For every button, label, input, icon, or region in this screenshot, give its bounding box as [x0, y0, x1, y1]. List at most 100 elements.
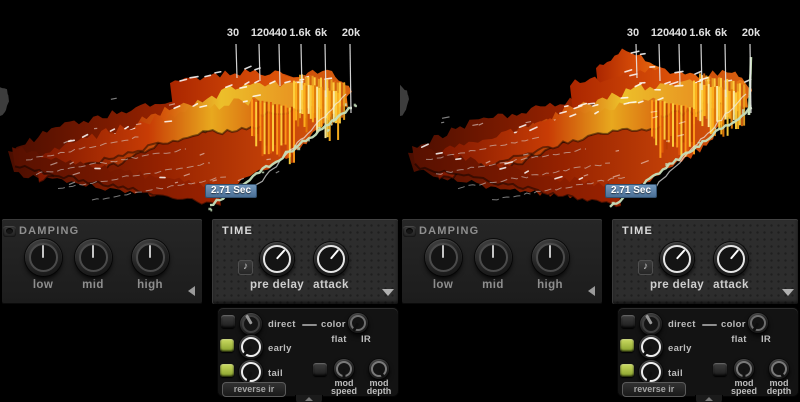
ir-label: IR — [751, 334, 781, 345]
damping-led-icon[interactable] — [403, 226, 416, 237]
direct-label: direct — [668, 319, 696, 330]
pre-delay-knob[interactable] — [660, 242, 694, 276]
time-title: TIME — [222, 225, 253, 237]
damping-high-knob[interactable] — [532, 239, 569, 276]
time-header: TIME — [622, 225, 653, 237]
tail-toggle[interactable] — [620, 364, 634, 377]
color-knob[interactable] — [348, 313, 368, 333]
mod-speed-knob[interactable] — [734, 359, 754, 379]
tail-knob[interactable] — [639, 360, 663, 384]
time-header: TIME — [222, 225, 253, 237]
svg-text:20k: 20k — [342, 27, 361, 39]
damping-low-label: low — [19, 279, 67, 291]
attack-knob[interactable] — [314, 242, 348, 276]
damping-mid-knob[interactable] — [75, 239, 112, 276]
direct-toggle[interactable] — [221, 315, 235, 328]
damping-title: DAMPING — [419, 225, 479, 237]
direct-color-link-line — [702, 324, 717, 326]
attack-knob[interactable] — [714, 242, 748, 276]
svg-text:30: 30 — [227, 27, 239, 39]
svg-text:120: 120 — [651, 27, 669, 39]
damping-high-label: high — [526, 279, 574, 291]
output-mix-panel: direct color flat IR early tail reverse … — [618, 308, 798, 396]
damping-panel: DAMPING low mid — [402, 219, 602, 304]
mod-speed-knob[interactable] — [334, 359, 354, 379]
knob-pointer — [743, 369, 746, 378]
color-label: color — [721, 319, 746, 330]
color-label: color — [321, 319, 346, 330]
expand-down-icon[interactable] — [382, 289, 394, 296]
mod-speed-label: mod speed — [327, 379, 361, 395]
mod-toggle[interactable] — [313, 363, 327, 376]
reverb-instance: 301204401.6k6k20k 2.71 Sec DAMPING low — [0, 0, 400, 402]
knob-pointer — [343, 369, 346, 378]
ir-label: IR — [351, 334, 381, 345]
time-panel: TIME ♪ pre delay attack — [212, 219, 398, 304]
direct-knob[interactable] — [240, 313, 262, 335]
output-mix-panel: direct color flat IR early tail reverse … — [218, 308, 398, 396]
early-knob[interactable] — [639, 335, 663, 359]
knob-pointer — [492, 245, 494, 258]
svg-text:440: 440 — [269, 27, 287, 39]
plugin-window: 301204401.6k6k20k 2.71 Sec DAMPING low — [0, 0, 800, 402]
expand-down-icon[interactable] — [782, 289, 794, 296]
damping-low-knob[interactable] — [25, 239, 62, 276]
mod-depth-label: mod depth — [762, 379, 796, 395]
mod-depth-knob[interactable] — [769, 359, 789, 379]
panel-pull-tab[interactable] — [295, 395, 323, 402]
early-label: early — [268, 343, 292, 354]
damping-low-label: low — [419, 279, 467, 291]
damping-mid-label: mid — [469, 279, 517, 291]
damping-panel: DAMPING low mid — [2, 219, 202, 304]
damping-led-icon[interactable] — [3, 226, 16, 237]
mod-depth-label: mod depth — [362, 379, 396, 395]
svg-text:30: 30 — [627, 27, 639, 39]
mod-depth-knob[interactable] — [369, 359, 389, 379]
direct-knob[interactable] — [640, 313, 662, 335]
reverb-instance: 301204401.6k6k20k 2.71 Sec DAMPING low — [400, 0, 800, 402]
waterfall-3d-plot: 301204401.6k6k20k — [400, 0, 800, 218]
reverse-ir-button[interactable]: reverse ir — [222, 382, 286, 397]
damping-high-knob[interactable] — [132, 239, 169, 276]
pre-delay-label: pre delay — [649, 279, 705, 291]
svg-text:1.6k: 1.6k — [689, 27, 711, 39]
tail-toggle[interactable] — [220, 364, 234, 377]
knob-pointer — [149, 245, 151, 258]
spectrogram-display[interactable]: 301204401.6k6k20k 2.71 Sec — [400, 0, 800, 218]
pre-delay-knob[interactable] — [260, 242, 294, 276]
svg-text:20k: 20k — [742, 27, 761, 39]
knob-pointer — [42, 245, 44, 258]
time-title: TIME — [622, 225, 653, 237]
svg-text:6k: 6k — [315, 27, 328, 39]
attack-label: attack — [303, 279, 359, 291]
panel-pull-tab[interactable] — [695, 395, 723, 402]
early-knob[interactable] — [239, 335, 263, 359]
collapse-left-icon[interactable] — [588, 286, 595, 296]
reverse-ir-button[interactable]: reverse ir — [622, 382, 686, 397]
early-toggle[interactable] — [620, 339, 634, 352]
early-label: early — [668, 343, 692, 354]
direct-color-link-line — [302, 324, 317, 326]
flat-label: flat — [324, 334, 354, 345]
direct-label: direct — [268, 319, 296, 330]
spectrogram-display[interactable]: 301204401.6k6k20k 2.71 Sec — [0, 0, 400, 218]
svg-text:1.6k: 1.6k — [289, 27, 311, 39]
damping-high-label: high — [126, 279, 174, 291]
decay-time-badge: 2.71 Sec — [205, 184, 257, 198]
knob-pointer — [442, 245, 444, 258]
damping-mid-label: mid — [69, 279, 117, 291]
svg-text:6k: 6k — [715, 27, 728, 39]
collapse-left-icon[interactable] — [188, 286, 195, 296]
direct-toggle[interactable] — [621, 315, 635, 328]
color-knob[interactable] — [748, 313, 768, 333]
mod-toggle[interactable] — [713, 363, 727, 376]
damping-low-knob[interactable] — [425, 239, 462, 276]
decay-time-badge: 2.71 Sec — [605, 184, 657, 198]
damping-header: DAMPING — [3, 225, 79, 237]
tail-knob[interactable] — [239, 360, 263, 384]
damping-title: DAMPING — [19, 225, 79, 237]
damping-mid-knob[interactable] — [475, 239, 512, 276]
attack-label: attack — [703, 279, 759, 291]
tail-label: tail — [268, 368, 283, 379]
early-toggle[interactable] — [220, 339, 234, 352]
